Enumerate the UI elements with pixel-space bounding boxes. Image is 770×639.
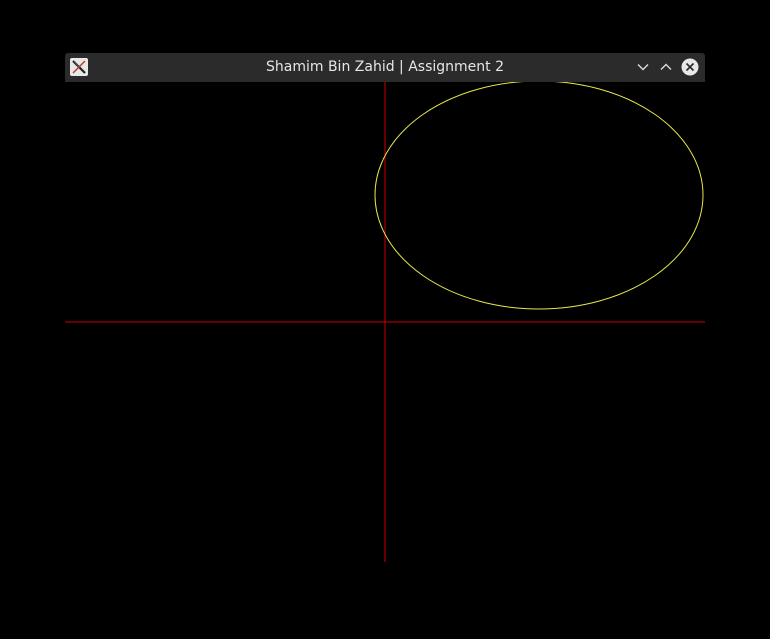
maximize-button[interactable]	[656, 57, 676, 77]
app-window: Shamim Bin Zahid | Assignment 2	[65, 53, 705, 562]
x-window-icon[interactable]	[70, 58, 88, 76]
close-icon	[681, 58, 699, 76]
drawing-canvas[interactable]	[65, 82, 705, 562]
title-bar[interactable]: Shamim Bin Zahid | Assignment 2	[65, 53, 705, 82]
ellipse-shape	[374, 82, 704, 310]
chevron-up-icon	[659, 60, 673, 74]
close-button[interactable]	[680, 57, 700, 77]
window-title: Shamim Bin Zahid | Assignment 2	[266, 59, 504, 75]
chevron-down-icon	[636, 60, 650, 74]
minimize-button[interactable]	[633, 57, 653, 77]
